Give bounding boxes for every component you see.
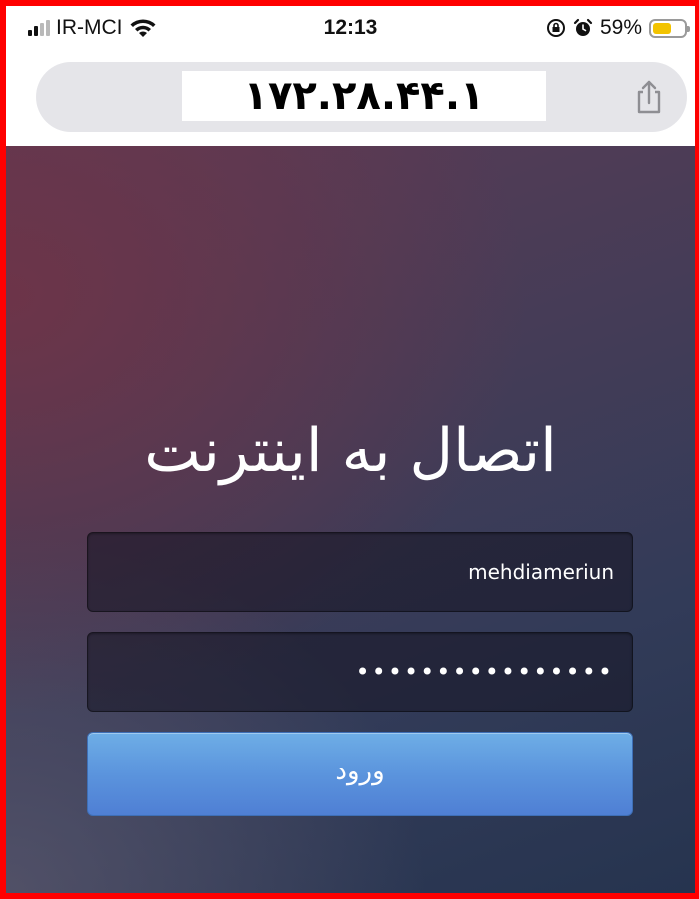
battery-nub: [687, 25, 690, 32]
username-input[interactable]: [87, 532, 633, 612]
battery-icon: [649, 18, 690, 38]
battery-level-fill: [653, 22, 671, 34]
page-title: اتصال به اینترنت: [144, 416, 557, 486]
status-right: 59%: [546, 16, 690, 39]
url-text[interactable]: ۱۷۲.۲۸.۴۴.۱: [182, 71, 546, 121]
share-icon[interactable]: [633, 79, 665, 115]
screenshot-frame: IR-MCI 12:13 59% ۱۷۲.۲۸.۴۴.۱ اتصال به ای…: [0, 0, 699, 899]
alarm-icon: [573, 18, 593, 36]
address-bar[interactable]: ۱۷۲.۲۸.۴۴.۱: [36, 62, 687, 132]
login-page: اتصال به اینترنت ورود: [6, 146, 695, 893]
rotation-lock-icon: [546, 19, 565, 37]
login-button[interactable]: ورود: [87, 732, 633, 816]
status-bar: IR-MCI 12:13 59%: [6, 6, 695, 52]
password-input[interactable]: [87, 632, 633, 712]
battery-percent: 59%: [599, 16, 642, 39]
